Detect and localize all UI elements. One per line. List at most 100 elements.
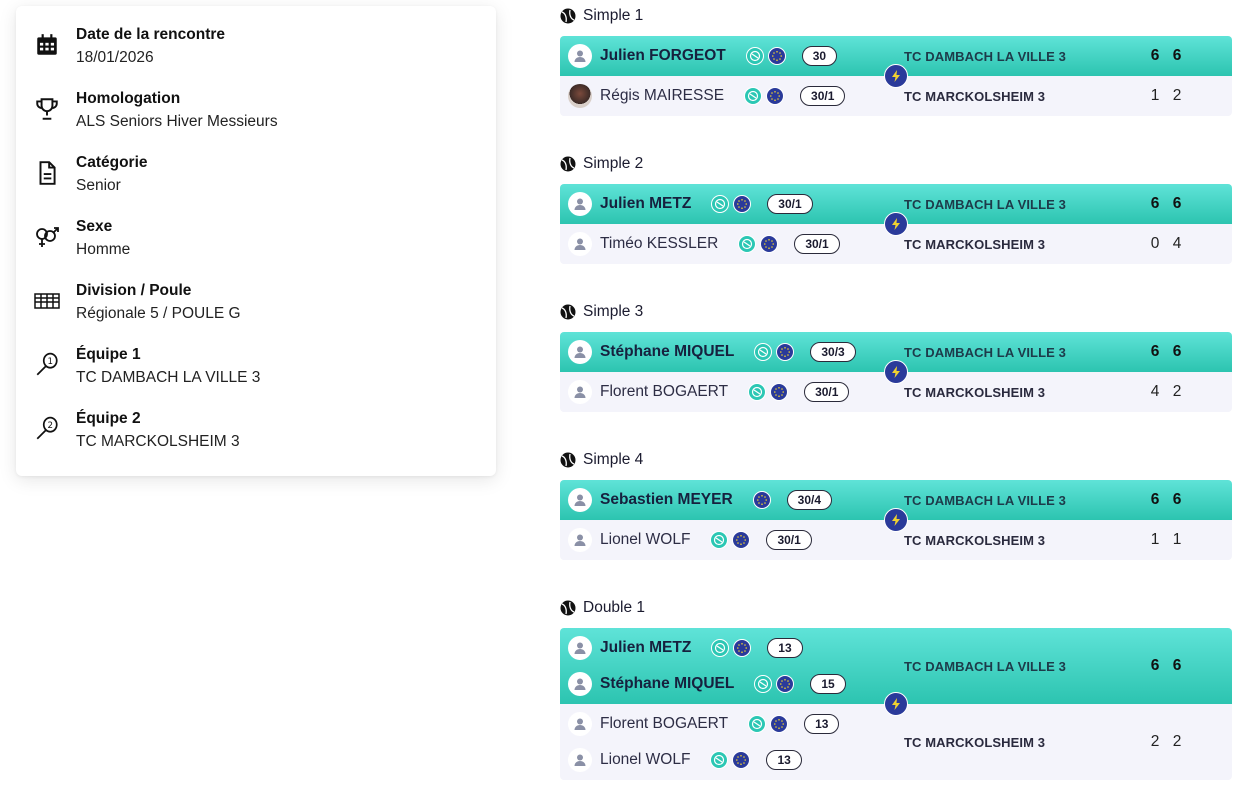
player[interactable]: Sebastien MEYER 30/4 (568, 482, 890, 518)
team-name[interactable]: TC DAMBACH LA VILLE 3 (904, 345, 1066, 360)
ranking-badge: 30/3 (810, 342, 856, 362)
team-name[interactable]: TC DAMBACH LA VILLE 3 (904, 659, 1066, 674)
avatar (568, 748, 592, 772)
players: Lionel WOLF 30/1 (560, 522, 890, 558)
europe-icon (733, 639, 752, 657)
player-name[interactable]: Julien METZ (600, 639, 691, 657)
ranking-badge: 30/1 (800, 86, 846, 106)
set-score: 6 (1172, 343, 1182, 360)
match-list: Simple 1 Julien FORGEOT 30 TC DAMBACH LA VI… (560, 4, 1232, 805)
set-scores: 66 (1144, 47, 1188, 65)
score-card[interactable]: Sebastien MEYER 30/4 TC DAMBACH LA VILLE 3… (560, 480, 1232, 560)
team-name[interactable]: TC MARCKOLSHEIM 3 (904, 533, 1045, 548)
info-text: Sexe Homme (76, 216, 130, 262)
ranking-badge: 15 (810, 674, 846, 694)
player[interactable]: Julien METZ 30/1 (568, 186, 890, 222)
player-badges (706, 531, 751, 549)
player-name[interactable]: Lionel WOLF (600, 531, 690, 549)
europe-icon (770, 715, 789, 733)
score-card[interactable]: Julien FORGEOT 30 TC DAMBACH LA VILLE 3 66 R… (560, 36, 1232, 116)
players: Julien METZ 30/1 (560, 186, 890, 222)
europe-icon (767, 47, 786, 65)
player[interactable]: Florent BOGAERT 13 (568, 706, 890, 742)
info-label: Catégorie (76, 154, 148, 171)
team-name[interactable]: TC DAMBACH LA VILLE 3 (904, 493, 1066, 508)
lightning-icon (884, 508, 908, 532)
player[interactable]: Timéo KESSLER 30/1 (568, 226, 890, 262)
player-name[interactable]: Timéo KESSLER (600, 235, 718, 253)
europe-icon (766, 87, 785, 105)
player-badges (707, 195, 752, 213)
tennis-license-icon (745, 47, 764, 65)
tennis-ball-icon (560, 600, 583, 616)
player[interactable]: Julien FORGEOT 30 (568, 38, 890, 74)
match-title: Simple 1 (560, 4, 1232, 28)
player-badges (744, 715, 789, 733)
gender-icon (34, 224, 60, 250)
info-value: Régionale 5 / POULE G (76, 305, 241, 322)
match-title-text: Simple 4 (583, 451, 644, 468)
tennis-ball-icon (560, 452, 583, 468)
team-name[interactable]: TC DAMBACH LA VILLE 3 (904, 49, 1066, 64)
info-row: 2 Équipe 2 TC MARCKOLSHEIM 3 (34, 408, 496, 472)
info-text: Catégorie Senior (76, 152, 148, 198)
set-score: 6 (1172, 657, 1182, 674)
player[interactable]: Lionel WOLF 13 (568, 742, 890, 778)
ranking-badge: 30 (801, 46, 838, 66)
player-badges (707, 639, 752, 657)
calendar-icon (34, 32, 60, 58)
info-value: 18/01/2026 (76, 49, 154, 66)
player-name[interactable]: Stéphane MIQUEL (600, 343, 734, 361)
player-name[interactable]: Florent BOGAERT (600, 383, 728, 401)
player-name[interactable]: Julien METZ (600, 195, 691, 213)
score-card[interactable]: Julien METZ 13 Stéphane MIQUEL 15 TC DAMBACH… (560, 628, 1232, 780)
set-score: 4 (1150, 383, 1160, 400)
set-score: 6 (1172, 195, 1182, 212)
avatar (568, 712, 592, 736)
match-title: Simple 2 (560, 152, 1232, 176)
team-name[interactable]: TC MARCKOLSHEIM 3 (904, 385, 1045, 400)
ranking-badge: 30/4 (786, 490, 833, 510)
info-value: TC DAMBACH LA VILLE 3 (76, 369, 261, 386)
set-score: 1 (1150, 531, 1160, 548)
match-title-text: Simple 1 (583, 7, 644, 24)
info-row: Catégorie Senior (34, 152, 496, 216)
score-card[interactable]: Stéphane MIQUEL 30/3 TC DAMBACH LA VILLE 3… (560, 332, 1232, 412)
set-scores: 66 (1144, 195, 1188, 213)
player-badges (706, 751, 751, 769)
team-name[interactable]: TC MARCKOLSHEIM 3 (904, 89, 1045, 104)
player-badges (750, 675, 795, 693)
player-name[interactable]: Sebastien MEYER (600, 491, 733, 509)
player-badges (749, 491, 771, 509)
player-name[interactable]: Lionel WOLF (600, 751, 690, 769)
match-block: Simple 2 Julien METZ 30/1 TC DAMBACH LA VIL… (560, 152, 1232, 264)
player-name[interactable]: Florent BOGAERT (600, 715, 728, 733)
player-name[interactable]: Régis MAIRESSE (600, 87, 724, 105)
player[interactable]: Stéphane MIQUEL 15 (568, 666, 890, 702)
players: Florent BOGAERT 30/1 (560, 374, 890, 410)
avatar (568, 84, 592, 108)
player[interactable]: Stéphane MIQUEL 30/3 (568, 334, 890, 370)
avatar (568, 528, 592, 552)
set-score: 1 (1172, 531, 1182, 548)
match-block: Simple 3 Stéphane MIQUEL 30/3 TC DAMBACH LA… (560, 300, 1232, 412)
tennis-ball-icon (560, 304, 583, 320)
tennis-license-icon (711, 639, 730, 657)
score-card[interactable]: Julien METZ 30/1 TC DAMBACH LA VILLE 3 6 6 Ti… (560, 184, 1232, 264)
player-badges (734, 235, 779, 253)
player-name[interactable]: Julien FORGEOT (600, 47, 726, 65)
player[interactable]: Régis MAIRESSE 30/1 (568, 78, 890, 114)
info-text: Division / Poule Régionale 5 / POULE G (76, 280, 241, 326)
player[interactable]: Julien METZ 13 (568, 630, 890, 666)
match-title: Simple 4 (560, 448, 1232, 472)
player-name[interactable]: Stéphane MIQUEL (600, 675, 734, 693)
europe-icon (760, 235, 779, 253)
player[interactable]: Lionel WOLF 30/1 (568, 522, 890, 558)
tennis-ball-icon (560, 156, 583, 172)
team-name[interactable]: TC MARCKOLSHEIM 3 (904, 237, 1045, 252)
set-score: 2 (1172, 87, 1182, 104)
team-name[interactable]: TC DAMBACH LA VILLE 3 (904, 197, 1066, 212)
player[interactable]: Florent BOGAERT 30/1 (568, 374, 890, 410)
avatar (568, 672, 592, 696)
team-name[interactable]: TC MARCKOLSHEIM 3 (904, 735, 1045, 750)
